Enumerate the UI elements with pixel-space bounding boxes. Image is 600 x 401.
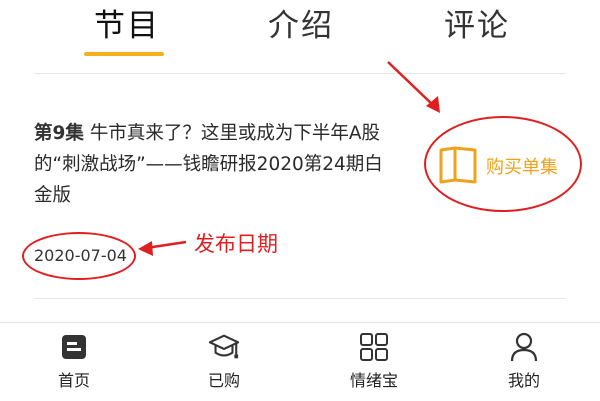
nav-purchased[interactable]: 已购	[174, 331, 274, 391]
arrow-to-buy-button	[387, 61, 435, 107]
bottom-navigation: 首页 已购 情绪宝 我的	[0, 322, 600, 401]
nav-label: 情绪宝	[349, 371, 398, 390]
nav-label: 我的	[507, 371, 540, 390]
nav-sentiment[interactable]: 情绪宝	[324, 331, 424, 391]
arrow-head	[426, 96, 440, 113]
grid-icon	[358, 331, 390, 363]
arrow-head	[138, 241, 153, 256]
nav-label: 已购	[207, 371, 240, 390]
graduation-cap-icon	[208, 331, 240, 363]
user-icon	[508, 331, 540, 363]
nav-label: 首页	[57, 371, 90, 390]
home-icon	[58, 331, 90, 363]
nav-home[interactable]: 首页	[24, 331, 124, 391]
nav-mine[interactable]: 我的	[474, 331, 574, 391]
